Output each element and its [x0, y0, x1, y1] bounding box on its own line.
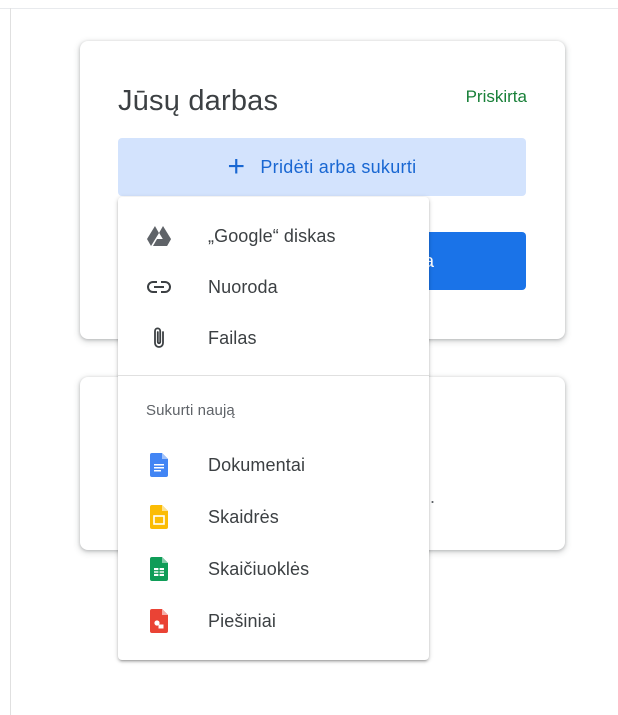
google-slides-icon: [146, 504, 172, 530]
left-divider: [10, 8, 11, 715]
menu-item-label: Failas: [208, 327, 257, 348]
work-title: Jūsų darbas: [118, 85, 279, 117]
google-drawings-icon: [146, 608, 172, 634]
menu-item-label: Piešiniai: [208, 610, 276, 631]
menu-item-link[interactable]: Nuoroda: [118, 261, 429, 313]
menu-item-sheets[interactable]: Skaičiuoklės: [118, 543, 429, 595]
google-drive-icon: [146, 223, 172, 249]
top-divider: [0, 8, 618, 9]
menu-item-label: „Google“ diskas: [208, 225, 336, 246]
add-create-menu: „Google“ diskas Nuoroda Failas Sukurti n…: [118, 197, 429, 660]
secondary-card-text: .: [430, 487, 436, 507]
create-new-section-label: Sukurti naują: [146, 402, 235, 419]
status-assigned: Priskirta: [465, 87, 527, 106]
menu-item-docs[interactable]: Dokumentai: [118, 439, 429, 491]
google-docs-icon: [146, 452, 172, 478]
menu-item-label: Nuoroda: [208, 276, 278, 297]
add-or-create-label: Pridėti arba sukurti: [260, 156, 417, 177]
attachment-icon: [146, 325, 172, 351]
link-icon: [146, 274, 172, 300]
menu-item-file[interactable]: Failas: [118, 312, 429, 364]
google-sheets-icon: [146, 556, 172, 582]
add-or-create-button[interactable]: + Pridėti arba sukurti: [118, 138, 526, 196]
menu-divider: [118, 375, 429, 376]
menu-item-label: Skaidrės: [208, 506, 279, 527]
plus-icon: +: [227, 150, 246, 183]
menu-item-drawings[interactable]: Piešiniai: [118, 595, 429, 647]
menu-item-slides[interactable]: Skaidrės: [118, 491, 429, 543]
menu-item-label: Skaičiuoklės: [208, 558, 310, 579]
menu-item-label: Dokumentai: [208, 454, 306, 475]
menu-item-google-drive[interactable]: „Google“ diskas: [118, 210, 429, 262]
